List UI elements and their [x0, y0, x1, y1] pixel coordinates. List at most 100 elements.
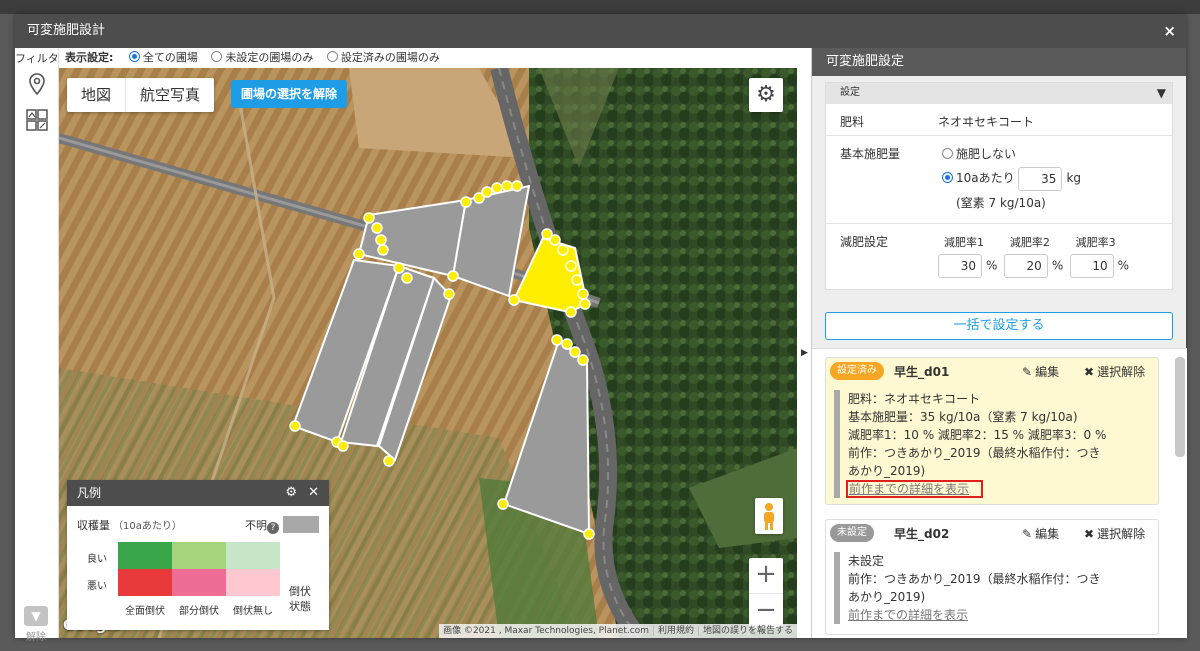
terms-link[interactable]: 利用規約: [652, 626, 698, 636]
status-badge: 設定済み: [830, 362, 884, 380]
dialog-titlebar: 可変施肥設計 ×: [15, 14, 1186, 48]
edit-button[interactable]: ✎ 編集: [1022, 525, 1059, 542]
display-option-set[interactable]: 設定済みの圃場のみ: [323, 51, 440, 64]
base-amount-label: 基本施肥量: [826, 136, 928, 223]
zoom-controls: + −: [749, 558, 783, 628]
field-name: 早生_d02: [894, 527, 950, 541]
dialog-title: 可変施肥設計: [27, 23, 106, 38]
left-toolbar: フィルタ ▼ 解除: [15, 48, 59, 643]
reduction-rate-3: 減肥率3 10%: [1069, 234, 1132, 278]
reduction-row: 減肥設定 減肥率1 30% 減肥率2 20% 減肥率3 10%: [826, 223, 1172, 289]
panel-title: 可変施肥設定: [812, 48, 1186, 76]
fertilizer-row: 肥料 ネオヰセキコート: [826, 103, 1172, 135]
reduction-rate-1: 減肥率1 30%: [938, 234, 1000, 278]
tab-map[interactable]: 地図: [67, 78, 125, 112]
deselect-button[interactable]: ✖ 選択解除: [1084, 525, 1145, 542]
street-view-pegman-icon[interactable]: [755, 498, 783, 534]
bulk-apply-button[interactable]: 一括で設定する: [825, 312, 1173, 340]
legend-unknown-swatch: [283, 516, 319, 533]
legend-swatch: [172, 569, 226, 596]
legend-col-partial: 部分倒伏: [179, 606, 219, 617]
legend-title: 凡例: [77, 486, 102, 500]
display-option-all[interactable]: 全ての圃場: [125, 51, 198, 64]
field-name: 早生_d01: [894, 365, 950, 379]
base-option-none[interactable]: 施肥しない: [938, 142, 1162, 166]
display-option-unset[interactable]: 未設定の圃場のみ: [207, 51, 313, 64]
legend-header: 凡例 ⚙ ✕: [67, 480, 329, 506]
deselect-button[interactable]: ✖ 選択解除: [1084, 363, 1145, 380]
panel-collapse-arrow-icon[interactable]: ▶: [801, 348, 808, 358]
field-card: 設定済み 早生_d01 ✎ 編集 ✖ 選択解除 肥料：ネオヰセキコート 基本施肥量：…: [825, 357, 1159, 505]
field-card: 未設定 早生_d02 ✎ 編集 ✖ 選択解除 未設定 前作：つきあかり_2019（最…: [825, 519, 1159, 635]
reduction-rate-3-input[interactable]: 10: [1069, 254, 1114, 278]
zoom-in-button[interactable]: +: [749, 558, 783, 593]
display-settings-label: 表示設定:: [65, 51, 114, 64]
field-card-list: 設定済み 早生_d01 ✎ 編集 ✖ 選択解除 肥料：ネオヰセキコート 基本施肥量：…: [812, 348, 1187, 638]
close-icon: ✖: [1084, 527, 1095, 541]
layers-grid-icon[interactable]: [25, 108, 49, 132]
deselect-fields-button[interactable]: 圃場の選択を解除: [231, 80, 348, 108]
fertilizer-design-dialog: 可変施肥設計 × フィルタ ▼ 解除 表示設定: 全ての圃場 未設定の圃場のみ …: [15, 14, 1187, 643]
edit-button[interactable]: ✎ 編集: [1022, 363, 1059, 380]
attribution-imagery: 画像 ©2021 , Maxar Technologies, Planet.co…: [443, 626, 649, 636]
tab-aerial[interactable]: 航空写真: [125, 78, 214, 112]
legend-swatch: [226, 542, 280, 569]
map-type-switch: 地図 航空写真: [67, 78, 215, 112]
base-amount-input[interactable]: 35: [1018, 166, 1063, 191]
settings-panel: 可変施肥設定 設定 ▼ 肥料 ネオヰセキコート 基本施肥量 施肥しない 10aあ…: [811, 48, 1187, 638]
filter-clear-label: 解除: [26, 632, 46, 643]
pegman-icon: [764, 503, 774, 530]
legend-panel: 凡例 ⚙ ✕ 収穫量 （10aあたり） 不明? 良い 悪い 全面倒伏 部分倒伏 倒…: [67, 480, 329, 630]
radio-selected-icon[interactable]: [128, 51, 140, 62]
fertilizer-value[interactable]: ネオヰセキコート: [928, 104, 1172, 135]
legend-good-label: 良い: [87, 554, 107, 565]
map-settings-gear-icon[interactable]: ⚙: [749, 78, 783, 112]
card-list-scrollbar[interactable]: [1175, 357, 1185, 457]
zoom-out-button[interactable]: −: [749, 593, 783, 628]
fertilizer-label: 肥料: [826, 104, 928, 135]
radio-icon[interactable]: [326, 51, 338, 62]
filter-icon: ▼: [24, 606, 48, 626]
status-badge: 未設定: [830, 524, 874, 542]
radio-selected-icon[interactable]: [942, 172, 953, 183]
settings-header[interactable]: 設定 ▼: [826, 83, 1172, 103]
legend-swatch: [172, 542, 226, 569]
legend-close-icon[interactable]: ✕: [308, 480, 319, 506]
settings-box: 設定 ▼ 肥料 ネオヰセキコート 基本施肥量 施肥しない 10aあたり 35 kg…: [825, 82, 1173, 290]
base-option-per10a[interactable]: 10aあたり 35 kg: [938, 166, 1162, 191]
field-card-details: 肥料：ネオヰセキコート 基本施肥量：35 kg/10a（窒素 7 kg/10a)…: [834, 390, 1152, 498]
close-icon: ✖: [1084, 365, 1095, 379]
legend-swatch: [118, 569, 172, 596]
reduction-rate-2-input[interactable]: 20: [1003, 254, 1048, 278]
report-error-link[interactable]: 地図の誤りを報告する: [697, 626, 797, 636]
caret-down-icon[interactable]: ▼: [1157, 83, 1166, 103]
display-settings-row: 表示設定: 全ての圃場 未設定の圃場のみ 設定済みの圃場のみ: [59, 48, 797, 68]
legend-lodging-label: 倒伏状態: [289, 585, 311, 613]
nitrogen-note: (窒素 7 kg/10a): [956, 195, 1046, 210]
legend-swatch: [118, 542, 172, 569]
radio-icon[interactable]: [211, 51, 223, 62]
base-amount-row: 基本施肥量 施肥しない 10aあたり 35 kg (窒素 7 kg/10a): [826, 135, 1172, 223]
radio-icon[interactable]: [942, 148, 953, 159]
legend-yield-label: 収穫量 （10aあたり）: [77, 519, 182, 532]
legend-unknown: 不明?: [245, 517, 279, 534]
map-pin-icon[interactable]: [25, 72, 49, 96]
reduction-rate-1-input[interactable]: 30: [938, 254, 982, 278]
close-icon[interactable]: ×: [1163, 14, 1176, 48]
filter-label: フィルタ: [15, 52, 59, 65]
field-card-details: 未設定 前作：つきあかり_2019（最終水稲作付：つき あかり_2019) 前作…: [834, 552, 1152, 624]
filter-clear-button[interactable]: ▼ 解除: [23, 606, 49, 643]
legend-swatch: [226, 569, 280, 596]
help-icon[interactable]: ?: [267, 522, 279, 534]
reduction-rate-2: 減肥率2 20%: [1003, 234, 1066, 278]
pencil-icon: ✎: [1022, 365, 1033, 379]
legend-bad-label: 悪い: [87, 581, 107, 592]
show-history-link[interactable]: 前作までの詳細を表示: [848, 608, 968, 622]
show-history-link[interactable]: 前作までの詳細を表示: [845, 480, 984, 498]
map-view[interactable]: 地図 航空写真 圃場の選択を解除 ⚙ + − Google 画像 ©2021 ,…: [59, 68, 797, 638]
background-window-bar: [0, 0, 1200, 14]
legend-col-full: 全面倒伏: [125, 606, 165, 617]
legend-col-none: 倒伏無し: [233, 606, 273, 617]
legend-color-grid: [118, 542, 280, 596]
legend-gear-icon[interactable]: ⚙: [285, 480, 297, 506]
